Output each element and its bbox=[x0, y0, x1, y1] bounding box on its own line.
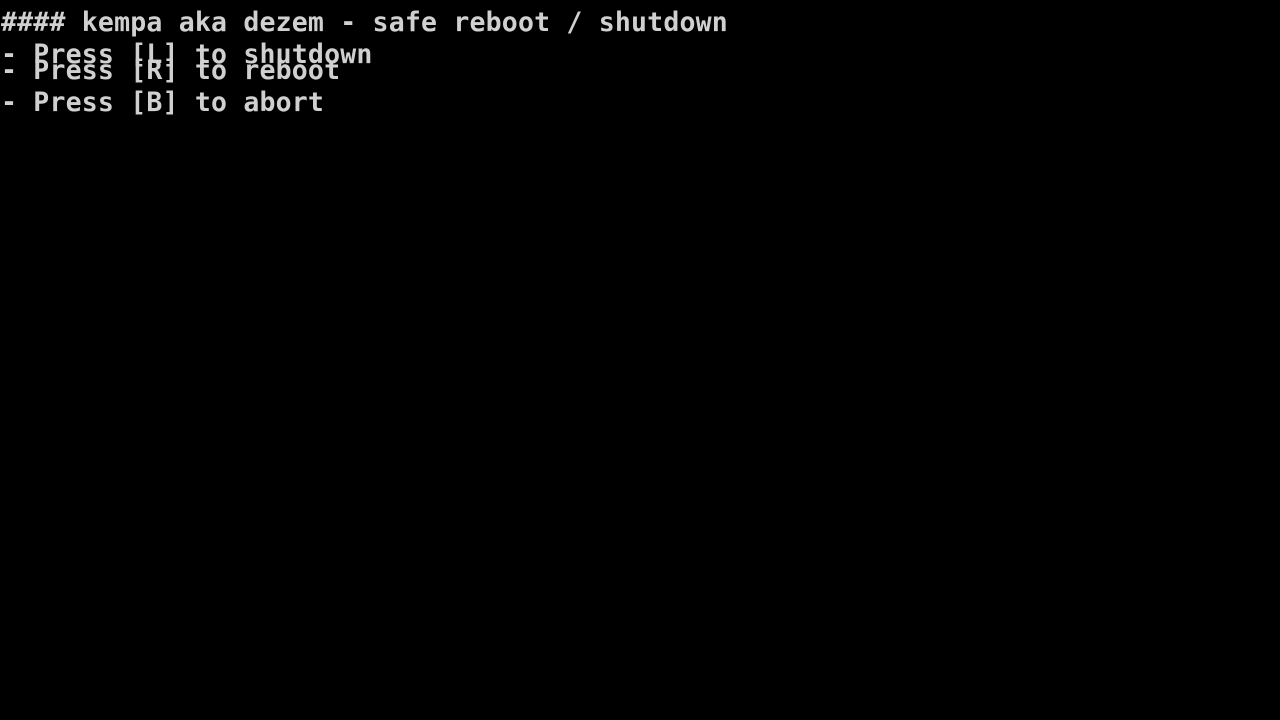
screen-title: #### kempa aka dezem - safe reboot / shu… bbox=[1, 7, 728, 38]
option-abort[interactable]: - Press [B] to abort bbox=[1, 89, 324, 116]
console-screen: #### kempa aka dezem - safe reboot / shu… bbox=[0, 0, 1280, 720]
option-reboot[interactable]: - Press [R] to reboot bbox=[1, 57, 340, 84]
